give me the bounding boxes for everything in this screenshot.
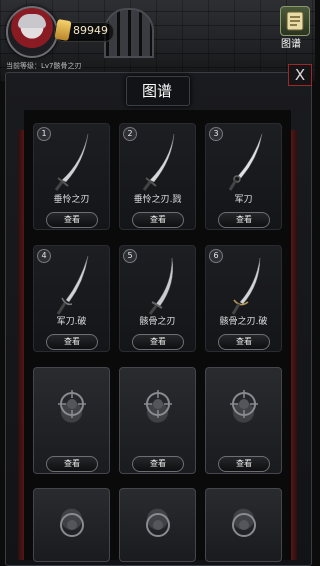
curved-blade-icon xyxy=(54,133,89,191)
codex-button[interactable] xyxy=(280,6,310,36)
view-button[interactable]: 查看 xyxy=(132,334,184,350)
locked-card[interactable] xyxy=(33,488,110,562)
seal-emblem-icon xyxy=(232,513,256,537)
avatar-hair xyxy=(18,14,46,28)
weapon-name: 骸骨之刃 xyxy=(139,317,176,327)
coin-amount: 89949 xyxy=(73,24,108,37)
sabre-icon xyxy=(228,133,263,191)
weapon-card[interactable]: 5 骸骨之刃 查看 xyxy=(119,245,196,352)
panel-title: 图谱 xyxy=(141,82,172,100)
weapon-card[interactable]: 4 军刀.破 查看 xyxy=(33,245,110,352)
bone-blade-icon xyxy=(231,257,261,315)
seal-emblem-icon xyxy=(146,513,170,537)
card-number: 5 xyxy=(123,249,137,263)
view-button[interactable]: 查看 xyxy=(132,456,184,472)
seal-emblem-icon xyxy=(230,390,258,418)
bone-blade-icon xyxy=(148,257,173,315)
locked-card[interactable]: 查看 xyxy=(119,367,196,474)
card-number: 3 xyxy=(209,127,223,141)
card-number: 1 xyxy=(37,127,51,141)
weapon-card[interactable]: 6 骸骨之刃.破 查看 xyxy=(205,245,282,352)
codex-icon xyxy=(286,11,304,31)
view-button[interactable]: 查看 xyxy=(46,334,98,350)
weapon-name: 垂怜之刃 xyxy=(53,195,90,205)
current-level-text: 当前等级：Lv7骸骨之刃 xyxy=(6,62,82,70)
weapon-name: 军刀.破 xyxy=(56,317,87,327)
weapon-card[interactable]: 3 军刀 查看 xyxy=(205,123,282,230)
seal-emblem-icon xyxy=(58,390,86,418)
player-avatar[interactable] xyxy=(6,6,58,58)
locked-card[interactable]: 查看 xyxy=(33,367,110,474)
seal-emblem-icon xyxy=(60,513,84,537)
view-button[interactable]: 查看 xyxy=(46,456,98,472)
locked-card[interactable] xyxy=(119,488,196,562)
sabre-icon xyxy=(56,255,89,315)
card-number: 2 xyxy=(123,127,137,141)
view-button[interactable]: 查看 xyxy=(46,212,98,228)
weapon-card[interactable]: 2 垂怜之刃.戮 查看 xyxy=(119,123,196,230)
close-button[interactable]: X xyxy=(288,64,312,86)
locked-card[interactable] xyxy=(205,488,282,562)
view-button[interactable]: 查看 xyxy=(218,212,270,228)
card-number: 6 xyxy=(209,249,223,263)
seal-emblem-icon xyxy=(144,390,172,418)
weapon-name: 军刀 xyxy=(234,195,253,205)
curved-blade-icon xyxy=(142,133,175,191)
view-button[interactable]: 查看 xyxy=(218,456,270,472)
codex-button-label: 图谱 xyxy=(281,39,301,50)
locked-card[interactable]: 查看 xyxy=(205,367,282,474)
view-button[interactable]: 查看 xyxy=(132,212,184,228)
card-number: 4 xyxy=(37,249,51,263)
weapon-name: 骸骨之刃.破 xyxy=(219,317,268,327)
weapon-name: 垂怜之刃.戮 xyxy=(133,195,182,205)
weapon-card[interactable]: 1 垂怜之刃 查看 xyxy=(33,123,110,230)
view-button[interactable]: 查看 xyxy=(218,334,270,350)
